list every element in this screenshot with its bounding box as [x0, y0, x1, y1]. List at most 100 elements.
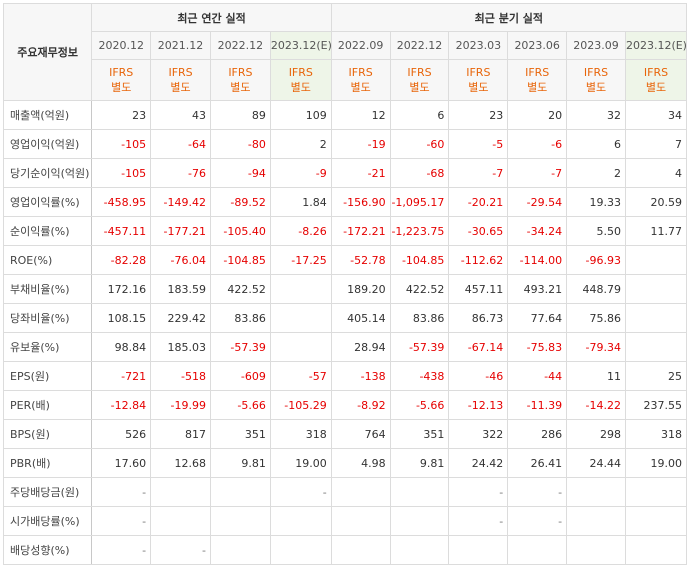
basis-line-ifrs: IFRS [228, 66, 253, 79]
table-cell: -64 [150, 129, 211, 159]
table-cell: -112.62 [448, 245, 509, 275]
basis-header: IFRS 별도 [91, 59, 152, 101]
table-cell [269, 303, 332, 333]
table-cell [150, 506, 211, 536]
table-cell: 2 [269, 129, 332, 159]
table-cell: 34 [624, 100, 688, 130]
period-header: 2023.09 [566, 31, 626, 60]
table-cell [624, 332, 688, 362]
table-cell: -76.04 [150, 245, 211, 275]
row-label: 당기순이익(억원) [2, 158, 93, 188]
table-row: 순이익률(%) -457.11 -177.21 -105.40 -8.26 -172.21… [2, 216, 688, 246]
table-cell: 26.41 [507, 448, 568, 478]
table-cell: 422.52 [209, 274, 271, 304]
table-cell: - [269, 477, 332, 507]
basis-line-ifrs: IFRS [466, 66, 491, 79]
table-cell: -7 [507, 158, 568, 188]
basis-header: IFRS 별도 [150, 59, 211, 101]
table-cell: -721 [91, 361, 152, 391]
table-cell: 183.59 [150, 274, 211, 304]
table-cell: 526 [91, 419, 152, 449]
table-cell [389, 506, 450, 536]
table-cell: 229.42 [150, 303, 211, 333]
basis-line-separate: 별도 [585, 81, 607, 94]
table-cell: 83.86 [389, 303, 450, 333]
table-cell: -105.29 [269, 390, 332, 420]
row-label: ROE(%) [2, 245, 93, 275]
table-cell [624, 245, 688, 275]
table-cell [389, 477, 450, 507]
table-cell: -20.21 [448, 187, 509, 217]
table-cell: -1,095.17 [389, 187, 450, 217]
basis-line-ifrs: IFRS [643, 66, 669, 79]
table-cell [209, 535, 271, 565]
basis-line-separate: 별도 [468, 81, 489, 94]
table-cell: -6 [507, 129, 568, 159]
table-cell [448, 535, 509, 565]
table-cell: 98.84 [91, 332, 152, 362]
table-cell: -19 [330, 129, 391, 159]
table-cell: 405.14 [330, 303, 391, 333]
table-cell: 77.64 [507, 303, 568, 333]
period-header: 2021.12 [150, 31, 211, 60]
table-cell [330, 535, 391, 565]
table-row: PBR(배) 17.60 12.68 9.81 19.00 4.98 9.81 24.42 26… [2, 448, 688, 478]
table-row: 부채비율(%) 172.16 183.59 422.52 189.20 422.52 457… [2, 274, 688, 304]
table-cell: 19.00 [269, 448, 332, 478]
table-cell: -149.42 [150, 187, 211, 217]
row-label: 주당배당금(원) [2, 477, 93, 507]
table-cell: - [448, 477, 509, 507]
table-cell: 493.21 [507, 274, 568, 304]
table-cell: 1.84 [269, 187, 332, 217]
table-cell: -79.34 [566, 332, 626, 362]
table-cell: 28.94 [330, 332, 391, 362]
table-cell: -19.99 [150, 390, 211, 420]
table-cell: -52.78 [330, 245, 391, 275]
table-cell: -96.93 [566, 245, 626, 275]
table-row: 유보율(%) 98.84 185.03 -57.39 28.94 -57.39 -67.14… [2, 332, 688, 362]
period-header: 2022.12 [389, 31, 450, 60]
row-label: 순이익률(%) [2, 216, 93, 246]
table-cell: 25 [624, 361, 688, 391]
table-cell: -30.65 [448, 216, 509, 246]
table-cell: 286 [507, 419, 568, 449]
table-cell: -104.85 [389, 245, 450, 275]
period-header: 2023.12(E) [624, 31, 688, 60]
row-label: BPS(원) [2, 419, 93, 449]
table-cell: -138 [330, 361, 391, 391]
period-header: 2023.03 [448, 31, 509, 60]
table-cell: 318 [624, 419, 688, 449]
table-row: 시가배당률(%) - - - [2, 506, 688, 536]
table-cell: 24.42 [448, 448, 509, 478]
table-cell [624, 274, 688, 304]
table-cell: - [507, 506, 568, 536]
row-label: PER(배) [2, 390, 93, 420]
row-label: EPS(원) [2, 361, 93, 391]
table-cell: 9.81 [209, 448, 271, 478]
table-cell: -11.39 [507, 390, 568, 420]
table-cell: 32 [566, 100, 626, 130]
table-cell: 322 [448, 419, 509, 449]
table-cell: 23 [91, 100, 152, 130]
table-cell: 185.03 [150, 332, 211, 362]
table-cell: 422.52 [389, 274, 450, 304]
table-cell [624, 477, 688, 507]
table-cell: -57.39 [389, 332, 450, 362]
row-label: 유보율(%) [2, 332, 93, 362]
table-cell: 9.81 [389, 448, 450, 478]
table-cell: -80 [209, 129, 271, 159]
basis-header: IFRS 별도 [448, 59, 509, 101]
table-cell: -172.21 [330, 216, 391, 246]
table-cell: 24.44 [566, 448, 626, 478]
table-cell: -76 [150, 158, 211, 188]
table-cell: 109 [269, 100, 332, 130]
table-cell: 19.33 [566, 187, 626, 217]
table-cell: - [150, 535, 211, 565]
table-cell: -60 [389, 129, 450, 159]
row-label: 영업이익(억원) [2, 129, 93, 159]
table-row: 영업이익(억원) -105 -64 -80 2 -19 -60 -5 -6 6 7 [2, 129, 688, 159]
table-cell: 108.15 [91, 303, 152, 333]
table-cell: -177.21 [150, 216, 211, 246]
table-cell: 20.59 [624, 187, 688, 217]
table-row: 배당성향(%) - - [2, 535, 688, 565]
